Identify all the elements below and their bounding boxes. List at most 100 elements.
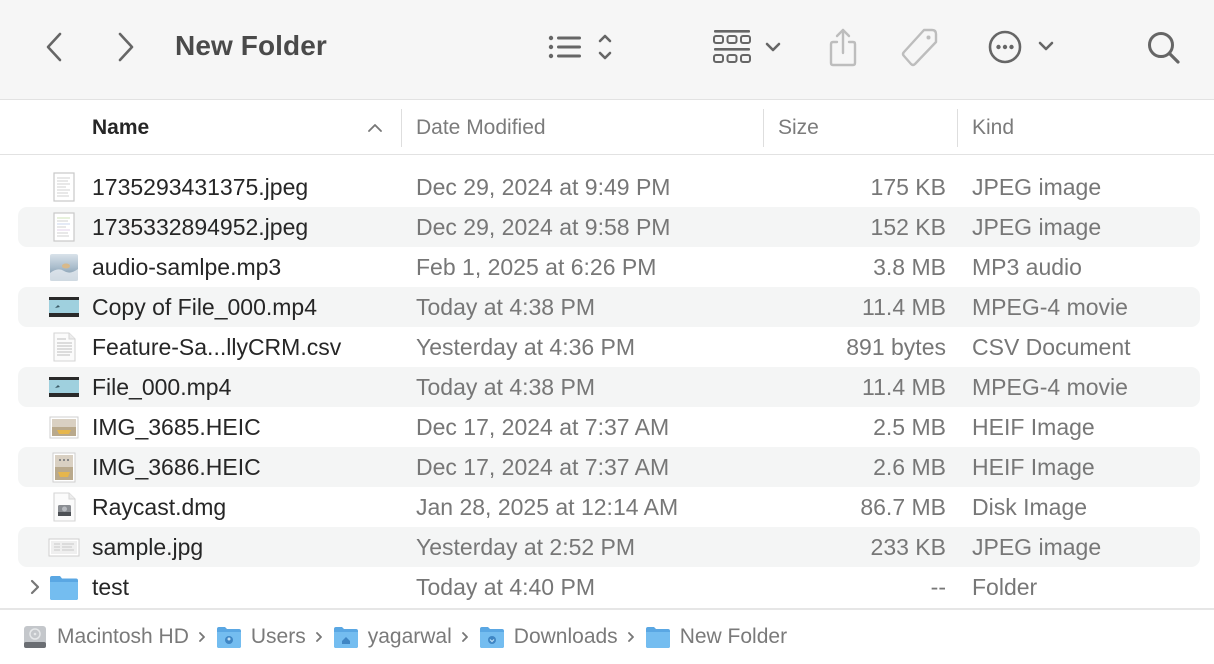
column-date-modified[interactable]: Date Modified — [416, 101, 546, 155]
disclosure-triangle-icon[interactable] — [28, 578, 42, 596]
back-button[interactable] — [38, 28, 70, 66]
file-date: Dec 29, 2024 at 9:58 PM — [416, 213, 671, 240]
file-size: 175 KB — [870, 173, 946, 200]
file-kind: MPEG-4 movie — [972, 293, 1128, 320]
file-name: test — [92, 573, 130, 600]
column-kind[interactable]: Kind — [972, 101, 1014, 155]
column-divider[interactable] — [763, 109, 764, 147]
file-kind: JPEG image — [972, 173, 1102, 200]
view-options-button[interactable] — [544, 28, 620, 66]
path-item-macintosh-hd[interactable]: Macintosh HD — [22, 624, 189, 650]
share-button[interactable] — [824, 26, 862, 68]
ellipsis-circle-icon — [988, 30, 1054, 64]
document-thumbnail-icon — [53, 172, 75, 202]
file-date: Yesterday at 4:36 PM — [416, 333, 636, 360]
group-button[interactable] — [710, 26, 786, 68]
file-size: -- — [930, 573, 946, 600]
file-date: Feb 1, 2025 at 6:26 PM — [416, 253, 657, 280]
toolbar: New Folder — [0, 0, 1214, 100]
file-name: File_000.mp4 — [92, 373, 232, 400]
video-thumbnail-icon — [49, 297, 79, 317]
search-icon — [1148, 32, 1180, 64]
search-button[interactable] — [1144, 28, 1184, 68]
file-size: 86.7 MB — [860, 493, 946, 520]
file-row[interactable]: sample.jpg Yesterday at 2:52 PM 233 KB J… — [18, 527, 1200, 567]
file-row[interactable]: audio-samlpe.mp3 Feb 1, 2025 at 6:26 PM … — [18, 247, 1200, 287]
file-row[interactable]: Copy of File_000.mp4 Today at 4:38 PM 11… — [18, 287, 1200, 327]
path-separator — [198, 631, 206, 643]
path-separator — [461, 631, 469, 643]
path-item-new-folder[interactable]: New Folder — [645, 625, 787, 649]
file-row[interactable]: Raycast.dmg Jan 28, 2025 at 12:14 AM 86.… — [18, 487, 1200, 527]
folder-icon — [645, 627, 670, 648]
list-view-icon — [548, 34, 612, 60]
file-row[interactable]: IMG_3685.HEIC Dec 17, 2024 at 7:37 AM 2.… — [18, 407, 1200, 447]
path-item-label: Downloads — [513, 625, 618, 648]
file-size: 2.6 MB — [873, 453, 946, 480]
path-item-users[interactable]: Users — [216, 625, 306, 649]
file-row[interactable]: IMG_3686.HEIC Dec 17, 2024 at 7:37 AM 2.… — [18, 447, 1200, 487]
more-actions-button[interactable] — [986, 26, 1060, 68]
csv-document-icon — [53, 332, 76, 362]
photo-portrait-icon — [52, 452, 76, 483]
file-kind: Folder — [972, 573, 1038, 600]
path-item-yagarwal[interactable]: yagarwal — [333, 625, 452, 649]
file-date: Jan 28, 2025 at 12:14 AM — [416, 493, 679, 520]
path-separator — [627, 631, 635, 643]
column-divider[interactable] — [401, 109, 402, 147]
file-size: 2.5 MB — [873, 413, 946, 440]
hard-drive-icon — [24, 626, 46, 648]
file-row[interactable]: 1735293431375.jpeg Dec 29, 2024 at 9:49 … — [18, 167, 1200, 207]
file-name: Raycast.dmg — [92, 493, 227, 520]
path-item-label: Users — [250, 625, 306, 648]
chevron-right-icon — [461, 632, 468, 642]
file-row[interactable]: File_000.mp4 Today at 4:38 PM 11.4 MB MP… — [18, 367, 1200, 407]
downloads-folder-icon — [479, 627, 504, 648]
tag-button[interactable] — [900, 26, 942, 68]
column-name[interactable]: Name — [92, 101, 149, 155]
file-row[interactable]: Feature-Sa...llyCRM.csv Yesterday at 4:3… — [18, 327, 1200, 367]
column-size[interactable]: Size — [778, 101, 819, 155]
file-date: Dec 29, 2024 at 9:49 PM — [416, 173, 671, 200]
chevron-right-icon — [315, 632, 322, 642]
path-separator — [315, 631, 323, 643]
file-kind: JPEG image — [972, 533, 1102, 560]
path-item-label: New Folder — [679, 625, 788, 648]
file-name: Copy of File_000.mp4 — [92, 293, 318, 320]
file-size: 891 bytes — [846, 333, 946, 360]
folder-row[interactable]: test Today at 4:40 PM -- Folder — [18, 567, 1200, 607]
tag-icon — [901, 28, 938, 67]
file-row[interactable]: 1735332894952.jpeg Dec 29, 2024 at 9:58 … — [18, 207, 1200, 247]
file-date: Dec 17, 2024 at 7:37 AM — [416, 453, 670, 480]
file-name: IMG_3685.HEIC — [92, 413, 261, 440]
forward-button[interactable] — [110, 28, 142, 66]
chevron-left-icon — [46, 32, 62, 62]
file-name: Feature-Sa...llyCRM.csv — [92, 333, 342, 360]
video-thumbnail-icon — [49, 377, 79, 397]
file-kind: MP3 audio — [972, 253, 1082, 280]
chevron-right-icon — [118, 32, 134, 62]
file-size: 152 KB — [870, 213, 946, 240]
file-kind: HEIF Image — [972, 453, 1095, 480]
window-title: New Folder — [175, 30, 327, 61]
file-date: Today at 4:38 PM — [416, 293, 595, 320]
file-size: 11.4 MB — [862, 373, 946, 400]
file-size: 233 KB — [870, 533, 946, 560]
file-date: Today at 4:40 PM — [416, 573, 595, 600]
file-name: 1735332894952.jpeg — [92, 213, 309, 240]
document-thumbnail-icon — [53, 212, 75, 242]
path-item-downloads[interactable]: Downloads — [479, 625, 618, 649]
folder-icon — [50, 576, 78, 600]
path-item-label: Macintosh HD — [57, 625, 189, 648]
sort-ascending-icon[interactable] — [366, 121, 384, 133]
chevron-right-icon — [627, 632, 634, 642]
file-name: IMG_3686.HEIC — [92, 453, 261, 480]
file-name: 1735293431375.jpeg — [92, 173, 309, 200]
file-kind: JPEG image — [972, 213, 1102, 240]
image-thumbnail-icon — [48, 538, 80, 557]
column-divider[interactable] — [957, 109, 958, 147]
file-date: Today at 4:38 PM — [416, 373, 595, 400]
column-header: Name Date Modified Size Kind — [0, 101, 1214, 155]
file-kind: Disk Image — [972, 493, 1088, 520]
file-name: sample.jpg — [92, 533, 204, 560]
